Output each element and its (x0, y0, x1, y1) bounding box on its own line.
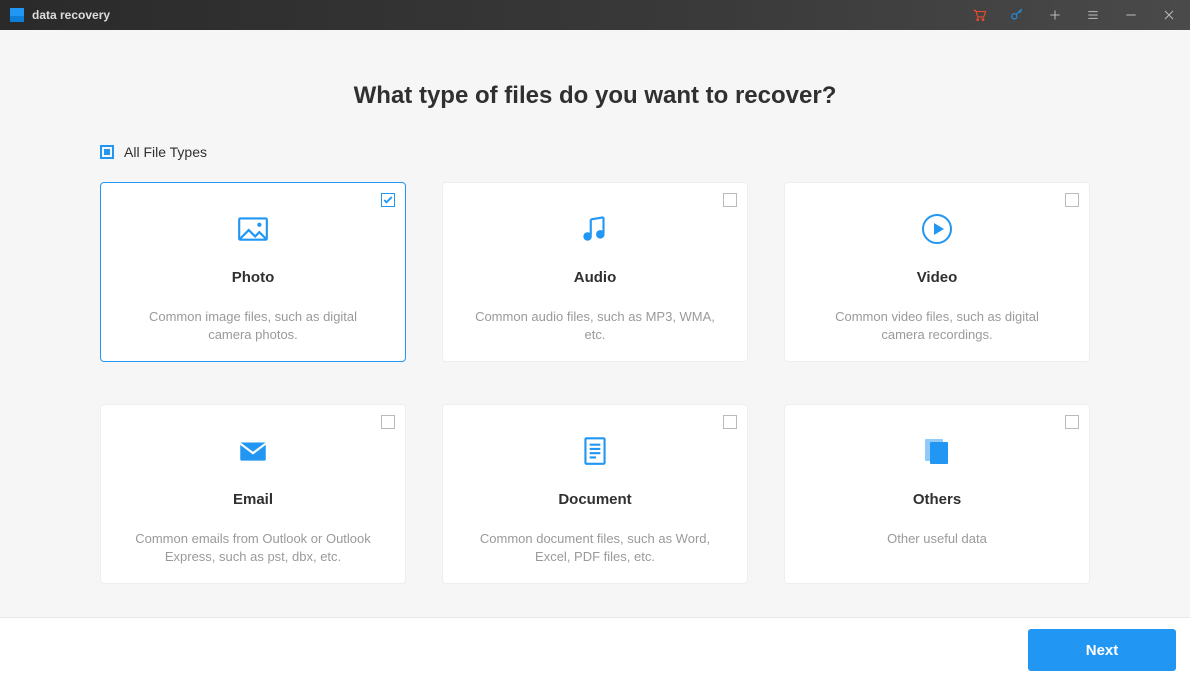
card-email-desc: Common emails from Outlook or Outlook Ex… (121, 530, 385, 565)
file-type-grid: Photo Common image files, such as digita… (100, 182, 1090, 584)
menu-icon[interactable] (1084, 6, 1102, 24)
video-icon (920, 205, 954, 253)
titlebar: data recovery (0, 0, 1190, 30)
card-email[interactable]: Email Common emails from Outlook or Outl… (100, 404, 406, 584)
next-button[interactable]: Next (1028, 629, 1176, 671)
card-others-title: Others (913, 491, 961, 508)
card-email-title: Email (233, 491, 273, 508)
email-icon (236, 427, 270, 475)
card-audio-desc: Common audio files, such as MP3, WMA, et… (463, 308, 727, 343)
minimize-icon[interactable] (1122, 6, 1140, 24)
cart-icon[interactable] (970, 6, 988, 24)
others-icon (920, 427, 954, 475)
audio-icon (578, 205, 612, 253)
card-video-title: Video (917, 269, 958, 286)
titlebar-left: data recovery (10, 8, 110, 22)
close-icon[interactable] (1160, 6, 1178, 24)
page-heading: What type of files do you want to recove… (100, 30, 1090, 144)
card-photo-checkbox[interactable] (381, 193, 395, 207)
card-document-checkbox[interactable] (723, 415, 737, 429)
card-document-title: Document (558, 491, 631, 508)
card-document-desc: Common document files, such as Word, Exc… (463, 530, 727, 565)
card-others-desc: Other useful data (879, 530, 995, 548)
card-video-checkbox[interactable] (1065, 193, 1079, 207)
plus-icon[interactable] (1046, 6, 1064, 24)
card-document[interactable]: Document Common document files, such as … (442, 404, 748, 584)
card-audio-checkbox[interactable] (723, 193, 737, 207)
all-file-types-label: All File Types (124, 144, 207, 160)
all-file-types-row[interactable]: All File Types (100, 144, 1090, 182)
titlebar-right (970, 6, 1178, 24)
card-audio-title: Audio (574, 269, 617, 286)
card-video-desc: Common video files, such as digital came… (805, 308, 1069, 343)
app-title: data recovery (32, 8, 110, 22)
card-photo-desc: Common image files, such as digital came… (121, 308, 385, 343)
footer-bar: Next (0, 617, 1190, 682)
key-icon[interactable] (1008, 6, 1026, 24)
card-others-checkbox[interactable] (1065, 415, 1079, 429)
photo-icon (236, 205, 270, 253)
app-logo-icon (10, 8, 24, 22)
all-file-types-checkbox[interactable] (100, 145, 114, 159)
card-photo[interactable]: Photo Common image files, such as digita… (100, 182, 406, 362)
card-video[interactable]: Video Common video files, such as digita… (784, 182, 1090, 362)
document-icon (578, 427, 612, 475)
card-others[interactable]: Others Other useful data (784, 404, 1090, 584)
card-email-checkbox[interactable] (381, 415, 395, 429)
card-photo-title: Photo (232, 269, 275, 286)
card-audio[interactable]: Audio Common audio files, such as MP3, W… (442, 182, 748, 362)
main-content: What type of files do you want to recove… (0, 30, 1190, 617)
